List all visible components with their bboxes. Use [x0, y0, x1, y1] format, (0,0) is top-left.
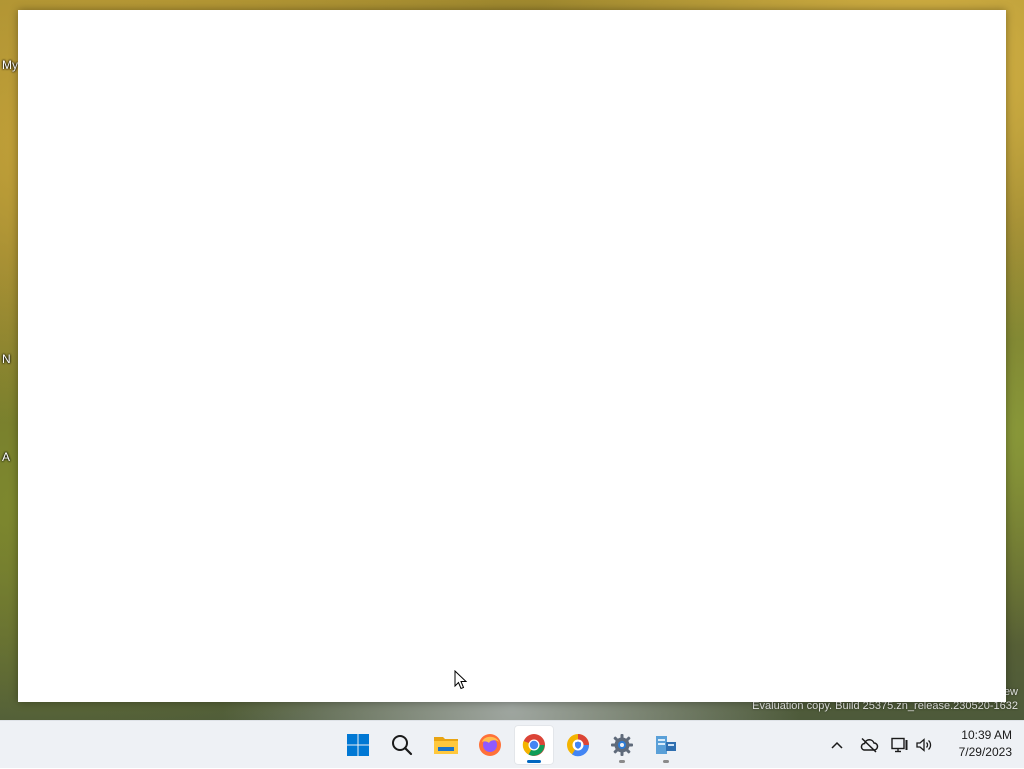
file-explorer-button[interactable] — [426, 725, 466, 765]
volume-tray-button[interactable] — [912, 721, 936, 769]
active-app-indicator — [527, 760, 541, 763]
blank-application-window[interactable] — [18, 10, 1006, 702]
open-app-indicator — [663, 760, 669, 763]
desktop-icon-label[interactable]: N — [2, 352, 11, 366]
chrome-button[interactable] — [514, 725, 554, 765]
search-icon — [392, 735, 413, 756]
mouse-pointer-icon — [454, 670, 468, 690]
firefox-button[interactable] — [470, 725, 510, 765]
start-button[interactable] — [338, 725, 378, 765]
settings-button[interactable] — [602, 725, 642, 765]
taskbar: 10:39 AM 7/29/2023 — [0, 720, 1024, 768]
cloud-offline-icon — [860, 737, 879, 753]
server-manager-button[interactable] — [646, 725, 686, 765]
chrome-icon — [522, 734, 545, 756]
taskbar-clock[interactable]: 10:39 AM 7/29/2023 — [942, 727, 1012, 761]
secondary-browser-button[interactable] — [558, 725, 598, 765]
server-icon — [656, 736, 676, 754]
show-hidden-icons-button[interactable] — [826, 721, 848, 769]
gear-icon — [611, 734, 633, 756]
chevron-up-icon — [831, 741, 843, 749]
search-button[interactable] — [382, 725, 422, 765]
firefox-icon — [479, 734, 501, 756]
network-icon — [891, 737, 908, 753]
desktop-icon-label[interactable]: My — [2, 58, 18, 72]
speaker-icon — [916, 738, 932, 752]
clock-time: 10:39 AM — [961, 728, 1012, 742]
desktop-icon-label[interactable]: A — [2, 450, 10, 464]
watermark-tail: ew — [1003, 686, 1018, 698]
open-app-indicator — [619, 760, 625, 763]
onedrive-tray-button[interactable] — [856, 721, 882, 769]
folder-icon — [434, 737, 458, 754]
windows-logo-icon — [347, 734, 369, 756]
browser-shield-icon — [567, 734, 590, 757]
network-tray-button[interactable] — [888, 721, 912, 769]
clock-date: 7/29/2023 — [958, 745, 1012, 759]
